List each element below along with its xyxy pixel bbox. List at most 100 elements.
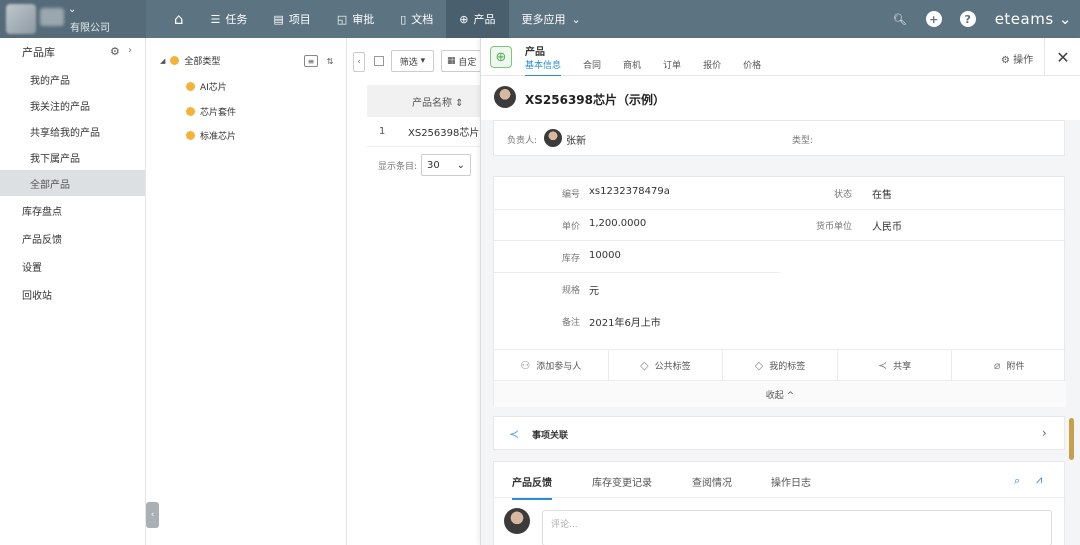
gear-icon[interactable]: ⚙ <box>110 45 120 58</box>
search-icon[interactable]: ⌕ <box>1014 474 1020 488</box>
add-icon[interactable]: + <box>925 11 942 27</box>
row-product-name[interactable]: XS256398芯片 <box>389 124 479 139</box>
category-item[interactable]: 标准芯片 <box>186 129 236 142</box>
nav-label: 任务 <box>225 13 248 26</box>
chart-icon[interactable]: ⩘ <box>1036 473 1042 487</box>
category-label: 标准芯片 <box>200 132 237 142</box>
sidebar-item-settings[interactable]: 设置 <box>0 252 145 280</box>
caret-down-icon[interactable]: ◢ <box>160 57 165 65</box>
comment-input[interactable]: 评论... <box>542 510 1052 545</box>
globe-icon: ⊕ <box>490 46 512 68</box>
nav-more-apps[interactable]: 更多应用 ⌄ <box>509 0 594 38</box>
gear-icon: ⚙ <box>1001 55 1010 66</box>
public-tag-button[interactable]: ◇ 公共标签 <box>609 350 724 380</box>
tab-operation-log[interactable]: 操作日志 <box>771 474 811 489</box>
category-icon <box>186 107 195 116</box>
add-participant-button[interactable]: ⚇ 添加参与人 <box>494 350 609 380</box>
my-tag-button[interactable]: ◇ 我的标签 <box>723 350 838 380</box>
tab-order[interactable]: 订单 <box>663 58 681 77</box>
tab-basic-info[interactable]: 基本信息 <box>525 58 562 77</box>
action-bar: ⚇ 添加参与人 ◇ 公共标签 ◇ 我的标签 ≺ 共享 ⌀ 附件 <box>494 349 1066 381</box>
tab-quote[interactable]: 报价 <box>703 58 721 77</box>
category-item[interactable]: 芯片套件 <box>186 105 236 118</box>
type-label: 类型: <box>792 136 814 146</box>
pager: 显示条目: 30 ⌄ <box>378 154 472 176</box>
help-icon[interactable]: ? <box>959 11 976 27</box>
brand-text: eteams <box>994 10 1054 28</box>
divider <box>494 240 1066 241</box>
sidebar-item-followed-products[interactable]: 我关注的产品 <box>0 92 145 118</box>
sort-icon[interactable]: ⇅ <box>323 55 337 67</box>
category-label: 全部类型 <box>184 57 221 67</box>
product-title-bar: XS256398芯片（示例） <box>481 76 1080 120</box>
nav-products[interactable]: ⊕ 产品 <box>446 0 509 38</box>
attachment-button[interactable]: ⌀ 附件 <box>952 350 1066 380</box>
sidebar-item-recycle-bin[interactable]: 回收站 <box>0 280 145 308</box>
action-label: 共享 <box>893 361 912 372</box>
owner-avatar[interactable] <box>544 129 562 147</box>
close-icon[interactable]: ✕ <box>1044 38 1080 76</box>
columns-icon: ▦ <box>447 56 456 66</box>
page-size-select[interactable]: 30 ⌄ <box>421 154 472 176</box>
category-label: 芯片套件 <box>200 108 237 118</box>
top-bar: ⌄ 有限公司 ⌂ ☰ 任务 ▤ 项目 ◱ 审批 ▯ 文档 ⊕ 产品 更多应用 ⌄ 🔍︎ + … <box>0 0 1080 38</box>
sidebar-product-library[interactable]: 产品库 ⚙ › <box>0 38 145 66</box>
company-logo <box>6 4 36 34</box>
share-button[interactable]: ≺ 共享 <box>838 350 953 380</box>
category-root[interactable]: ◢ 全部类型 <box>160 54 220 67</box>
product-list: ‹ 筛选 ▾ ▦ 自定 产品名称 ⇕ 1 XS256398芯片 显示条目: 30… <box>348 38 481 545</box>
nav-label: 文档 <box>411 13 434 26</box>
detail-module-title: 产品 <box>525 47 545 58</box>
sidebar-item-subordinate-products[interactable]: 我下属产品 <box>0 144 145 170</box>
currency-value: 人民币 <box>872 222 902 233</box>
project-icon: ▤ <box>273 12 284 26</box>
owner-name[interactable]: 张新 <box>566 132 586 147</box>
chevron-down-icon[interactable]: ⌄ <box>68 4 76 15</box>
sidebar-item-my-products[interactable]: 我的产品 <box>0 66 145 92</box>
search-icon[interactable]: 🔍︎ <box>892 11 908 27</box>
sidebar-item-shared-products[interactable]: 共享给我的产品 <box>0 118 145 144</box>
owner-card: 负责人: 张新 类型: <box>493 120 1065 156</box>
detail-header: ⊕ 产品 基本信息 合同 商机 订单 报价 价格 ⚙ 操作 ✕ <box>481 38 1080 77</box>
list-view-icon[interactable]: ≡ <box>304 55 318 67</box>
tab-contract[interactable]: 合同 <box>583 58 601 77</box>
chevron-right-icon[interactable]: › <box>128 45 132 56</box>
nav-approval[interactable]: ◱ 审批 <box>324 0 387 38</box>
scrollbar[interactable] <box>1069 418 1074 460</box>
tab-product-feedback[interactable]: 产品反馈 <box>512 474 552 500</box>
filter-button[interactable]: 筛选 ▾ <box>391 50 434 72</box>
tab-inventory-changes[interactable]: 库存变更记录 <box>592 474 652 489</box>
action-label: 添加参与人 <box>536 361 582 372</box>
tab-opportunity[interactable]: 商机 <box>623 58 641 77</box>
nav-projects[interactable]: ▤ 项目 <box>260 0 323 38</box>
company-logo-area[interactable]: ⌄ 有限公司 <box>0 0 146 38</box>
nav-home[interactable]: ⌂ <box>160 0 198 38</box>
custom-view-button[interactable]: ▦ 自定 <box>441 50 481 72</box>
category-item[interactable]: AI芯片 <box>186 80 227 93</box>
operations-label: 操作 <box>1013 55 1034 66</box>
stock-value: 10000 <box>589 250 621 261</box>
tag-icon: ◇ <box>640 358 649 372</box>
nav-label: 产品 <box>473 13 496 26</box>
collapse-panel-button[interactable]: ‹ <box>146 502 159 528</box>
related-items-row[interactable]: ≺ 事项关联 › <box>493 416 1065 450</box>
tab-price[interactable]: 价格 <box>743 58 761 77</box>
status-label: 状态 <box>833 190 852 200</box>
spec-label: 规格 <box>561 286 580 296</box>
sidebar-item-feedback[interactable]: 产品反馈 <box>0 224 145 252</box>
nav-tasks[interactable]: ☰ 任务 <box>198 0 261 38</box>
brand-logo[interactable]: eteams ⌄ <box>995 10 1072 28</box>
chevron-left-icon[interactable]: ‹ <box>353 52 365 72</box>
chevron-right-icon[interactable]: › <box>1042 426 1047 440</box>
tab-view-status[interactable]: 查阅情况 <box>692 474 732 489</box>
collapse-button[interactable]: 收起 ^ <box>494 381 1066 407</box>
operations-button[interactable]: ⚙ 操作 <box>1001 51 1033 66</box>
company-logo-text-blurred <box>40 8 64 26</box>
price-value: 1,200.0000 <box>589 218 647 229</box>
select-all-checkbox[interactable] <box>374 56 384 66</box>
sidebar-item-inventory[interactable]: 库存盘点 <box>0 196 145 224</box>
table-row[interactable]: 1 XS256398芯片 <box>367 117 480 147</box>
column-header-product-name[interactable]: 产品名称 ⇕ <box>367 85 480 117</box>
sidebar-item-all-products[interactable]: 全部产品 <box>0 170 145 196</box>
nav-documents[interactable]: ▯ 文档 <box>387 0 446 38</box>
